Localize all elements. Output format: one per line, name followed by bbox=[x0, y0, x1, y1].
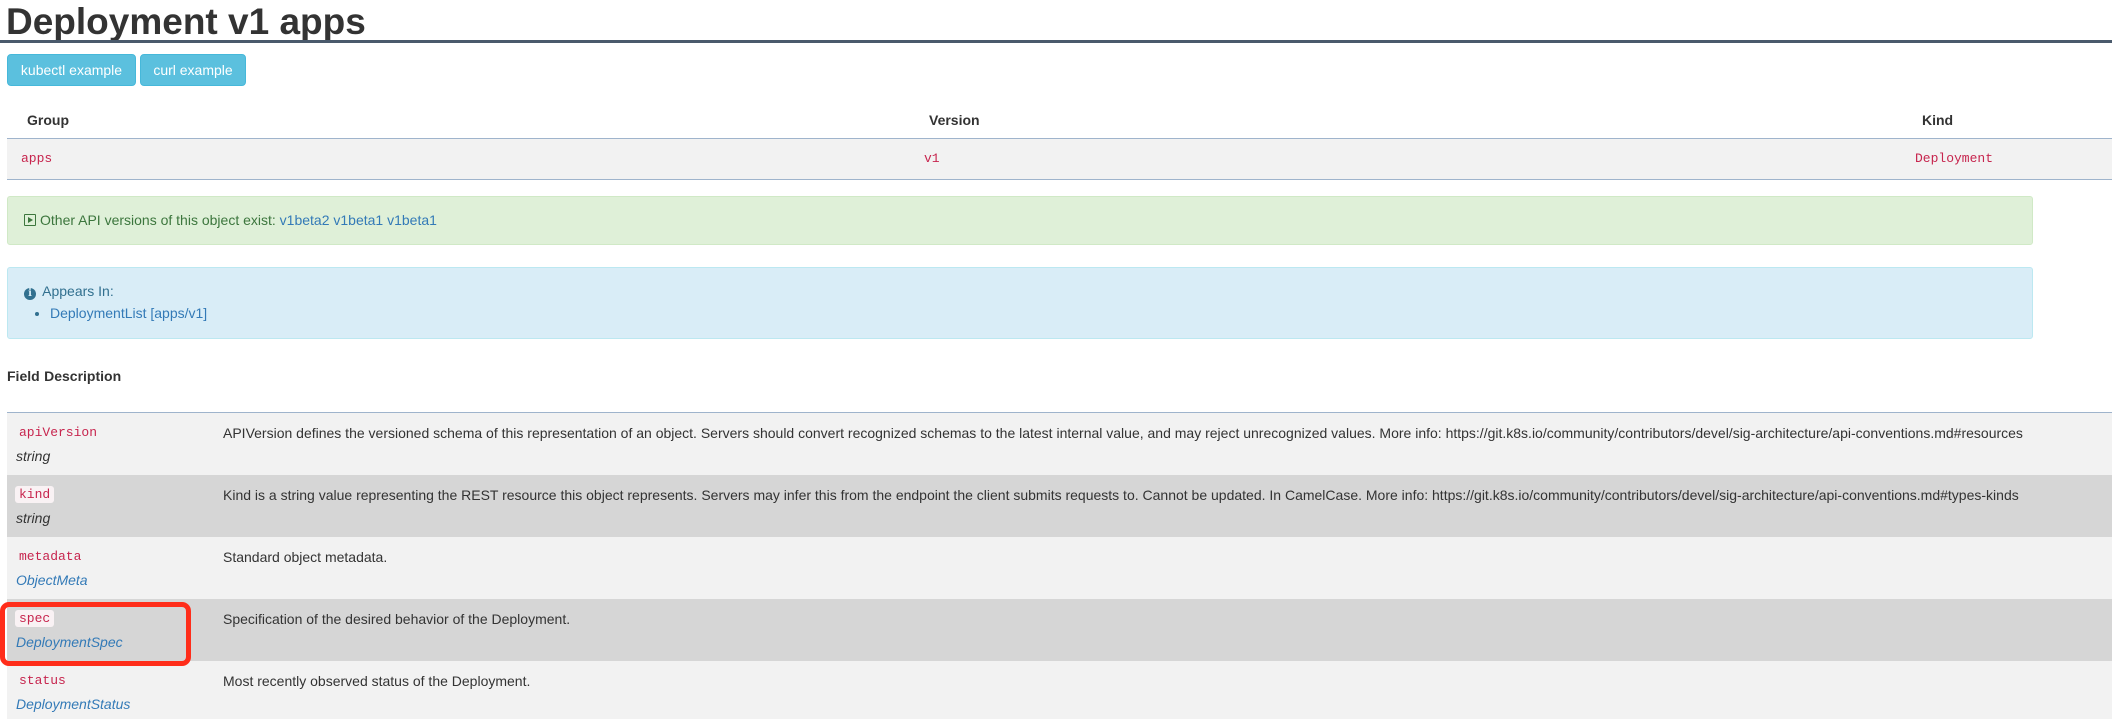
version-link-v1beta1-second[interactable]: v1beta1 bbox=[387, 212, 437, 228]
column-header-version: Version bbox=[929, 112, 980, 128]
version-link-v1beta1[interactable]: v1beta1 bbox=[333, 212, 383, 228]
table-row: apps v1 Deployment bbox=[7, 139, 2112, 180]
gvk-table-header: Group Version Kind bbox=[7, 100, 2112, 139]
version-link-v1beta2[interactable]: v1beta2 bbox=[280, 212, 330, 228]
curl-example-button[interactable]: curl example bbox=[140, 54, 246, 86]
field-description: Specification of the desired behavior of… bbox=[223, 611, 571, 627]
page-title: Deployment v1 apps bbox=[6, 1, 366, 42]
field-description: Most recently observed status of the Dep… bbox=[223, 673, 531, 689]
group-value: apps bbox=[21, 151, 53, 166]
field-name-apiversion: apiVersion bbox=[19, 425, 98, 440]
field-description: Standard object metadata. bbox=[223, 549, 388, 565]
column-header-description: Description bbox=[44, 368, 122, 384]
column-header-field: Field bbox=[7, 368, 40, 384]
field-type-string: string bbox=[16, 448, 51, 464]
table-row: metadata ObjectMeta Standard object meta… bbox=[7, 537, 2112, 599]
field-type-string: string bbox=[16, 510, 51, 526]
appears-in-label: Appears In: bbox=[42, 283, 114, 299]
table-row: apiVersion string APIVersion defines the… bbox=[7, 413, 2112, 475]
field-name-kind: kind bbox=[15, 486, 55, 503]
field-description: Kind is a string value representing the … bbox=[223, 487, 2019, 503]
page: Deployment v1 apps kubectl example curl … bbox=[0, 0, 2112, 719]
field-description: APIVersion defines the versioned schema … bbox=[223, 425, 2023, 441]
column-header-group: Group bbox=[27, 112, 69, 128]
kubectl-example-button[interactable]: kubectl example bbox=[7, 54, 136, 86]
field-type-link-objectmeta[interactable]: ObjectMeta bbox=[16, 572, 88, 588]
highlight-annotation-box bbox=[0, 602, 191, 666]
field-name-status: status bbox=[19, 673, 66, 688]
fields-table-header: Field Description bbox=[7, 368, 2112, 413]
play-square-icon[interactable] bbox=[24, 214, 36, 226]
appears-in-alert: i Appears In: DeploymentList [apps/v1] bbox=[7, 267, 2033, 339]
appears-in-list: DeploymentList [apps/v1] bbox=[24, 304, 207, 322]
table-row: status DeploymentStatus Most recently ob… bbox=[7, 661, 2112, 719]
field-name-metadata: metadata bbox=[19, 549, 82, 564]
other-versions-text: Other API versions of this object exist: bbox=[40, 212, 276, 228]
version-value: v1 bbox=[924, 151, 940, 166]
other-versions-alert: Other API versions of this object exist:… bbox=[7, 196, 2033, 245]
kind-value: Deployment bbox=[1915, 151, 1994, 166]
appears-in-link-deploymentlist[interactable]: DeploymentList [apps/v1] bbox=[50, 304, 207, 322]
column-header-kind: Kind bbox=[1922, 112, 1954, 128]
table-row: kind string Kind is a string value repre… bbox=[7, 475, 2112, 537]
field-type-link-deploymentstatus[interactable]: DeploymentStatus bbox=[16, 696, 130, 712]
table-row: spec DeploymentSpec Specification of the… bbox=[7, 599, 2112, 661]
title-divider bbox=[0, 40, 2112, 43]
info-circle-icon: i bbox=[24, 288, 36, 300]
